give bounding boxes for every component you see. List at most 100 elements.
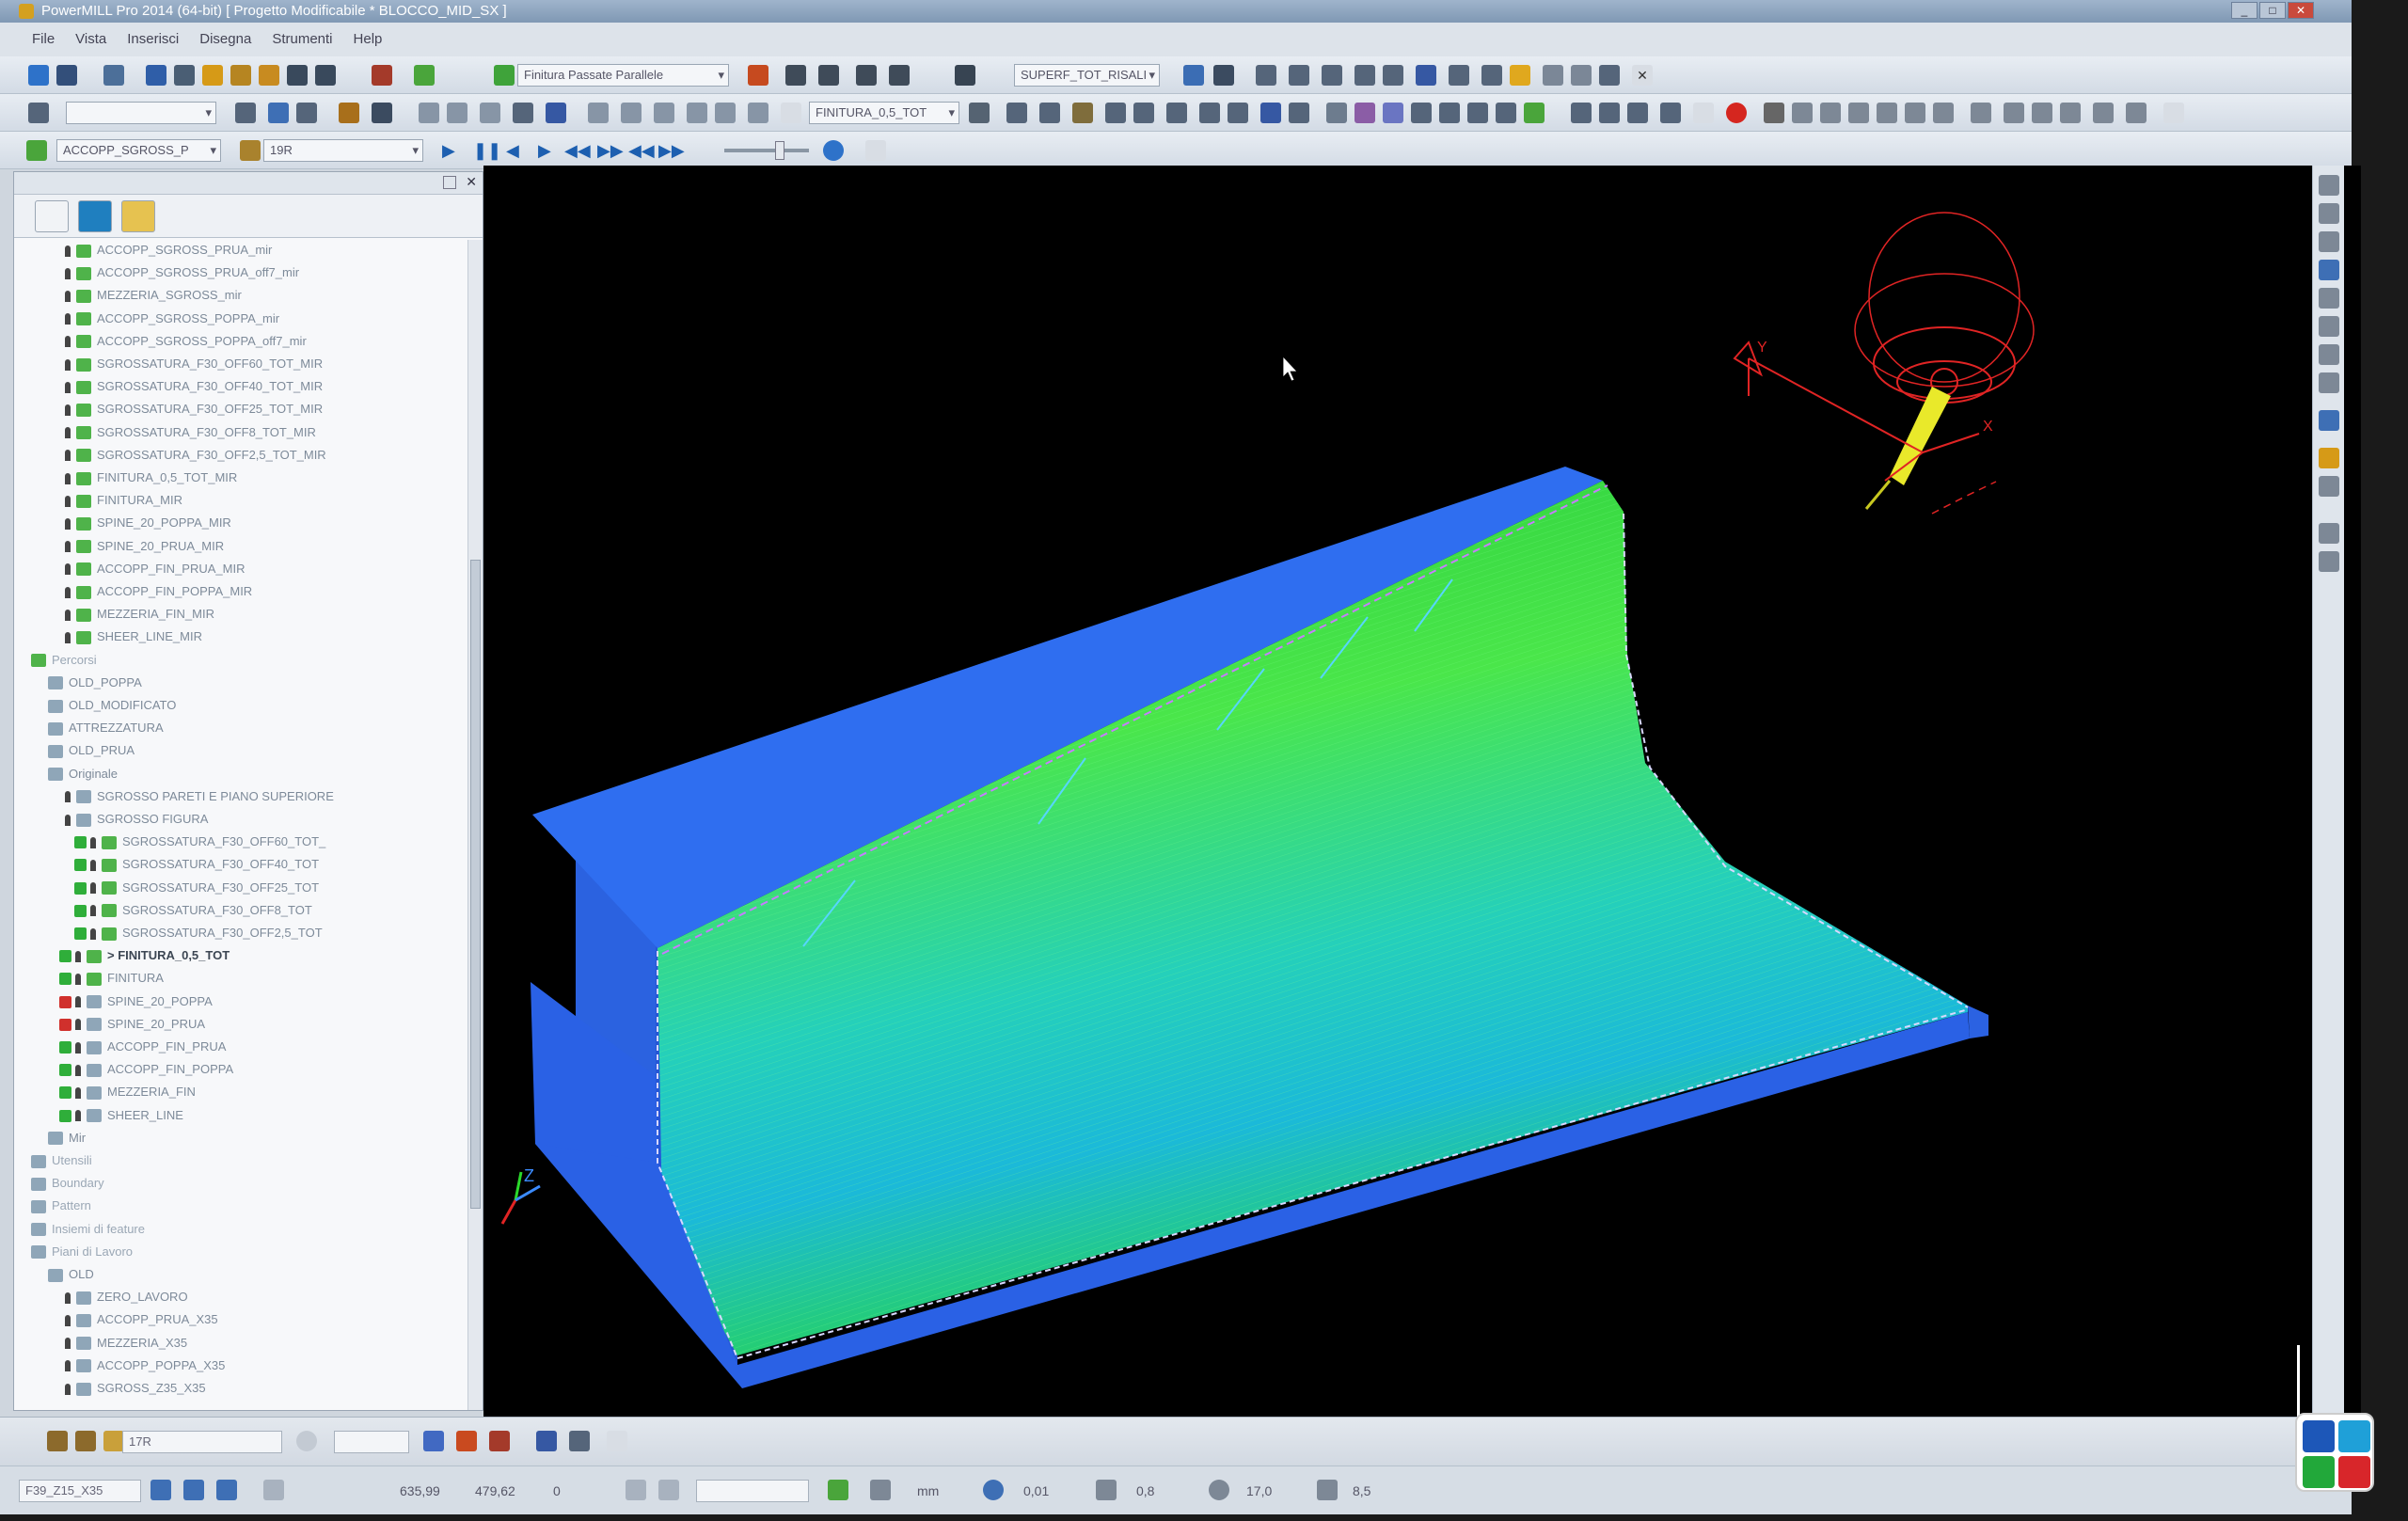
visibility-icon[interactable] [65,245,71,257]
visibility-icon[interactable] [65,358,71,371]
cut-icon[interactable] [748,103,768,123]
tree-item[interactable]: SGROSSATURA_F30_OFF25_TOT [74,878,319,898]
tree-item[interactable]: OLD_PRUA [48,740,135,761]
visibility-icon[interactable] [90,905,96,917]
tree-item[interactable]: ACCOPP_SGROSS_PRUA_mir [65,240,272,261]
verify-icon[interactable] [1006,103,1027,123]
visibility-icon[interactable] [65,381,71,393]
scrollbar-thumb[interactable] [470,560,481,1209]
rainbow-icon[interactable] [1383,103,1403,123]
model-icon[interactable] [1322,65,1342,86]
view-iso-icon[interactable] [268,103,289,123]
close-toolbar-icon[interactable]: ✕ [1632,65,1653,86]
axis-icon[interactable] [1496,103,1516,123]
visibility-icon[interactable] [75,1041,81,1054]
machine-icon[interactable] [1660,103,1681,123]
play-icon[interactable]: ▶ [442,141,455,160]
rapid-icon[interactable] [287,65,308,86]
menu-inserisci[interactable]: Inserisci [127,23,179,56]
tree-item[interactable]: ZERO_LAVORO [65,1287,188,1307]
go-end-icon[interactable]: ▶▶ [658,141,685,160]
eraser-icon[interactable] [1510,65,1530,86]
save-icon[interactable] [56,65,77,86]
view-iso2-rail-icon[interactable] [2319,203,2339,224]
tree-item[interactable]: SPINE_20_PRUA_MIR [65,536,224,557]
redo2-icon[interactable] [715,103,736,123]
tree-item[interactable]: FINITURA_MIR [65,490,182,511]
menu-vista[interactable]: Vista [75,23,106,56]
tree-item[interactable]: OLD_MODIFICATO [48,695,176,716]
status-blank-field[interactable] [334,1431,409,1453]
block-icon[interactable] [146,65,166,86]
sim-options-icon[interactable] [823,140,844,161]
surface-combo[interactable]: SUPERF_TOT_RISALI [1014,64,1160,87]
snap-icon[interactable] [588,103,609,123]
status-close-icon[interactable] [607,1431,627,1451]
zoom-box-rail-icon[interactable] [2319,316,2339,337]
edit-icon[interactable] [1260,103,1281,123]
rotate-icon[interactable] [1481,65,1502,86]
delete-toolpath-icon[interactable] [889,65,910,86]
delete-icon[interactable] [1289,103,1309,123]
mesh-icon[interactable] [1411,103,1432,123]
visibility-icon[interactable] [65,472,71,484]
tree-item[interactable]: MEZZERIA_SGROSS_mir [65,285,242,306]
active-check-icon[interactable] [59,1041,71,1054]
tree-item[interactable]: ACCOPP_SGROSS_POPPA_off7_mir [65,331,307,352]
visibility-icon[interactable] [65,1383,71,1395]
tree-item[interactable]: SGROSSATURA_F30_OFF40_TOT [74,854,319,875]
visibility-icon[interactable] [75,973,81,985]
pencil-icon[interactable] [1416,65,1436,86]
view-left-icon[interactable] [1848,103,1869,123]
status-axis-icon[interactable] [423,1431,444,1451]
edit-toolpath-icon[interactable] [856,65,877,86]
tree-item[interactable]: SPINE_20_POPPA_MIR [65,513,231,533]
viewport-canvas[interactable]: Y X Z [483,166,2361,1417]
visibility-icon[interactable] [75,1110,81,1122]
print-icon[interactable] [103,65,124,86]
copy-icon[interactable] [1228,103,1248,123]
visibility-icon[interactable] [90,859,96,871]
visibility-icon[interactable] [75,1086,81,1099]
calculate-icon[interactable] [748,65,768,86]
visibility-icon[interactable] [65,336,71,348]
close-toolbar2-icon[interactable] [781,103,801,123]
help-tab-icon[interactable] [121,200,155,232]
tree-item[interactable]: > FINITURA_0,5_TOT [59,945,230,966]
view-top-rail-icon[interactable] [2319,260,2339,280]
active-check-icon[interactable] [59,973,71,986]
tree-item[interactable]: Utensili [31,1150,92,1171]
ncprogram-icon[interactable] [372,65,392,86]
close-toolbar3-icon[interactable] [1693,103,1714,123]
status-tool2-icon[interactable] [75,1431,96,1451]
visibility-icon[interactable] [65,1291,71,1304]
measure-icon[interactable] [1571,103,1592,123]
tree-item[interactable]: Mir [48,1128,86,1149]
step-back-icon[interactable]: ◀ [506,141,519,160]
feedrate-icon[interactable] [230,65,251,86]
visibility-icon[interactable] [90,927,96,940]
status-workplane-icon[interactable] [456,1431,477,1451]
pan-icon[interactable] [2004,103,2024,123]
explorer-close-icon[interactable]: ✕ [466,174,477,190]
offset-icon[interactable] [654,103,674,123]
visibility-icon[interactable] [65,495,71,507]
toolpath-settings-icon[interactable] [969,103,990,123]
close-toolbar4-icon[interactable] [2163,103,2184,123]
level-icon[interactable] [339,103,359,123]
shade-icon[interactable] [1326,103,1347,123]
status-workplane-combo[interactable]: F39_Z15_X35 [19,1480,141,1502]
tree-tab-icon[interactable] [35,200,69,232]
visibility-icon[interactable] [65,563,71,576]
tree-item[interactable]: OLD_POPPA [48,673,142,693]
active-check-icon[interactable] [74,881,87,895]
spin-icon[interactable] [2060,103,2081,123]
tree-item[interactable]: ACCOPP_FIN_POPPA_MIR [65,581,252,602]
visibility-icon[interactable] [65,450,71,462]
visibility-icon[interactable] [65,404,71,416]
status-delete-icon[interactable] [489,1431,510,1451]
visibility-icon[interactable] [75,1019,81,1031]
rewind-icon[interactable]: ◀◀ [564,141,591,160]
visibility-icon[interactable] [65,814,71,826]
section-rail-icon[interactable] [2319,551,2339,572]
